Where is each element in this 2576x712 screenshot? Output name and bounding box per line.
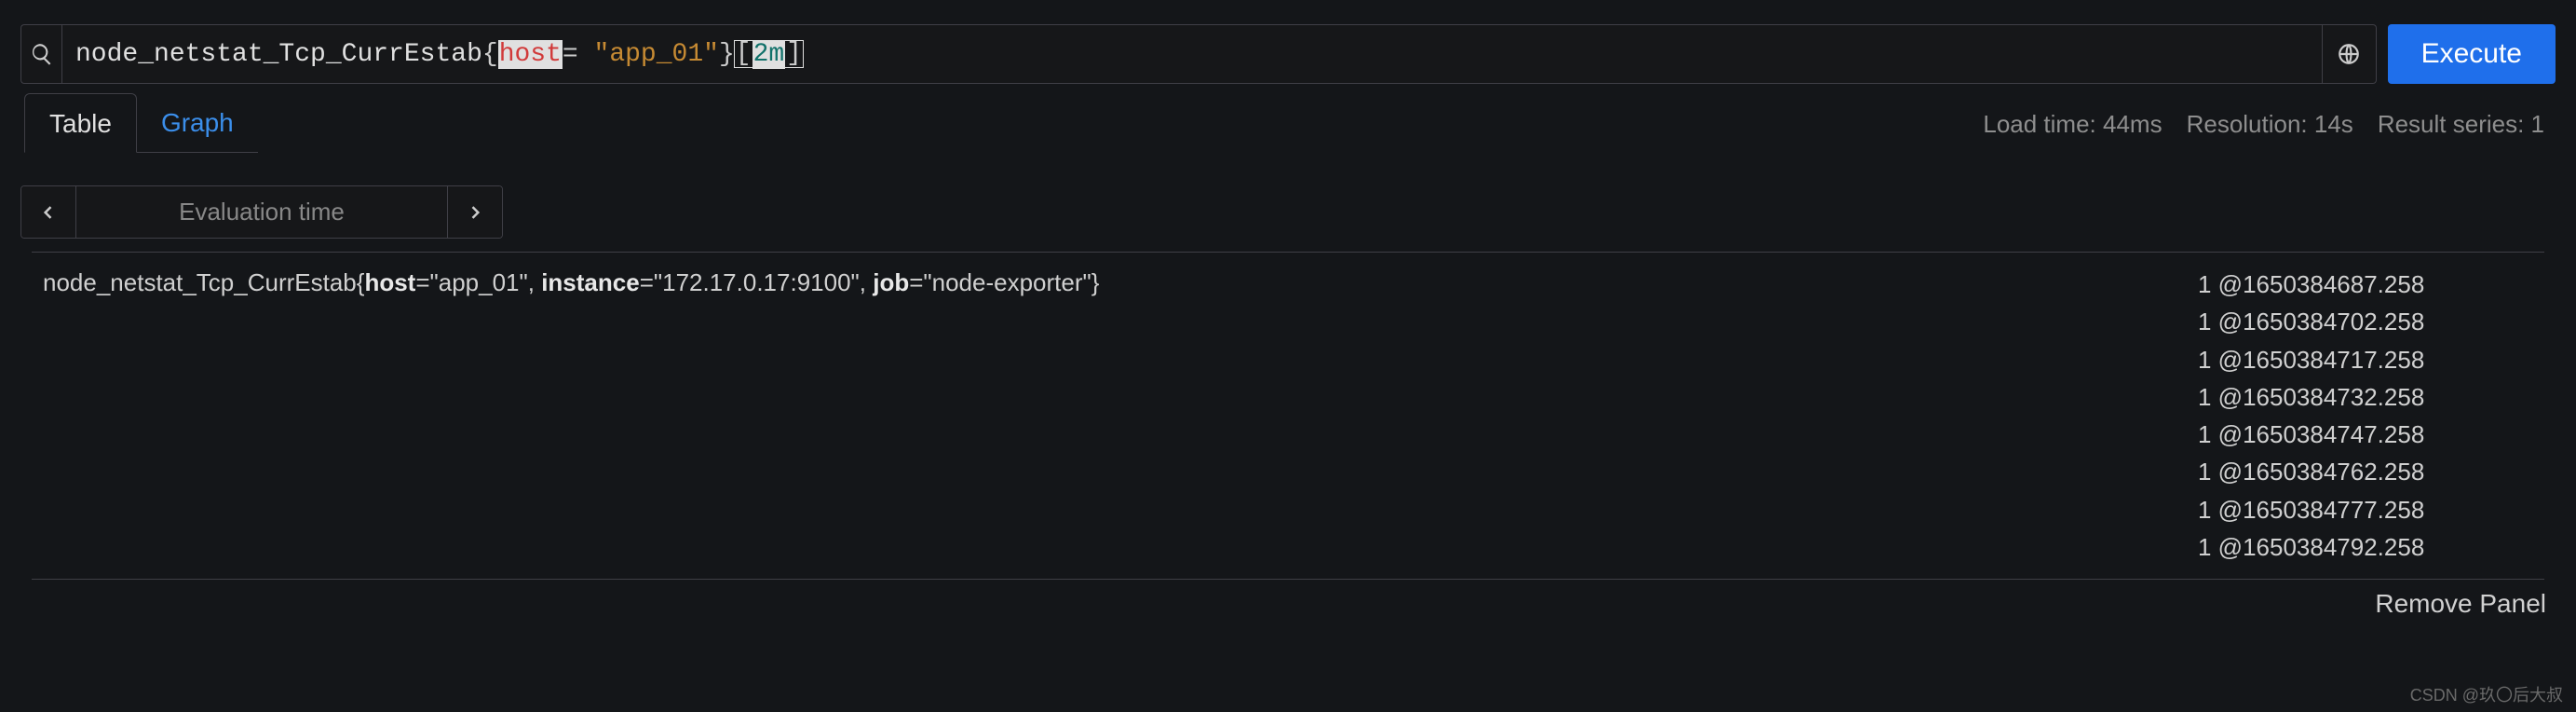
tab-graph[interactable]: Graph: [137, 93, 258, 152]
time-next-button[interactable]: [448, 186, 502, 238]
stat-load-time: Load time: 44ms: [1983, 110, 2162, 139]
time-bar: [9, 167, 2567, 252]
query-stats: Load time: 44ms Resolution: 14s Result s…: [1983, 106, 2552, 139]
query-range: 2m: [752, 40, 786, 69]
result-value-line: 1 @1650384747.258: [2198, 416, 2533, 453]
stat-resolution: Resolution: 14s: [2187, 110, 2353, 139]
brace-open: {: [482, 40, 498, 69]
meta-row: Table Graph Load time: 44ms Resolution: …: [9, 93, 2567, 160]
globe-icon[interactable]: [2323, 24, 2377, 84]
result-value-line: 1 @1650384777.258: [2198, 491, 2533, 528]
result-value-line: 1 @1650384792.258: [2198, 528, 2533, 566]
query-metric: node_netstat_Tcp_CurrEstab: [75, 40, 482, 69]
cursor: [: [735, 41, 752, 67]
equals: =: [563, 40, 594, 69]
tab-table[interactable]: Table: [24, 93, 137, 153]
execute-button[interactable]: Execute: [2388, 24, 2556, 84]
result-value-line: 1 @1650384702.258: [2198, 303, 2533, 340]
brace-close: }: [719, 40, 735, 69]
result-value-line: 1 @1650384732.258: [2198, 378, 2533, 416]
result-metric: node_netstat_Tcp_CurrEstab{host="app_01"…: [43, 266, 2198, 566]
stat-series: Result series: 1: [2378, 110, 2544, 139]
watermark: CSDN @玖〇后大叔: [2410, 682, 2563, 706]
tabs: Table Graph: [24, 93, 258, 153]
result-value-line: 1 @1650384762.258: [2198, 453, 2533, 490]
result-value-line: 1 @1650384687.258: [2198, 266, 2533, 303]
time-prev-button[interactable]: [21, 186, 75, 238]
result-values: 1 @1650384687.2581 @1650384702.2581 @165…: [2198, 266, 2533, 566]
query-label-value: "app_01": [594, 40, 719, 69]
search-icon[interactable]: [20, 24, 61, 84]
query-label-name: host: [498, 40, 563, 69]
result-row: node_netstat_Tcp_CurrEstab{host="app_01"…: [32, 252, 2544, 580]
time-stepper: [20, 185, 503, 239]
panel-footer: Remove Panel: [9, 580, 2567, 623]
query-input[interactable]: node_netstat_Tcp_CurrEstab{host= "app_01…: [61, 24, 2323, 84]
result-value-line: 1 @1650384717.258: [2198, 341, 2533, 378]
remove-panel-link[interactable]: Remove Panel: [2375, 589, 2546, 619]
evaluation-time-input[interactable]: [75, 186, 448, 238]
cursor: ]: [785, 41, 803, 67]
chevron-right-icon: [466, 203, 484, 222]
chevron-left-icon: [39, 203, 58, 222]
query-bar: node_netstat_Tcp_CurrEstab{host= "app_01…: [9, 9, 2567, 93]
